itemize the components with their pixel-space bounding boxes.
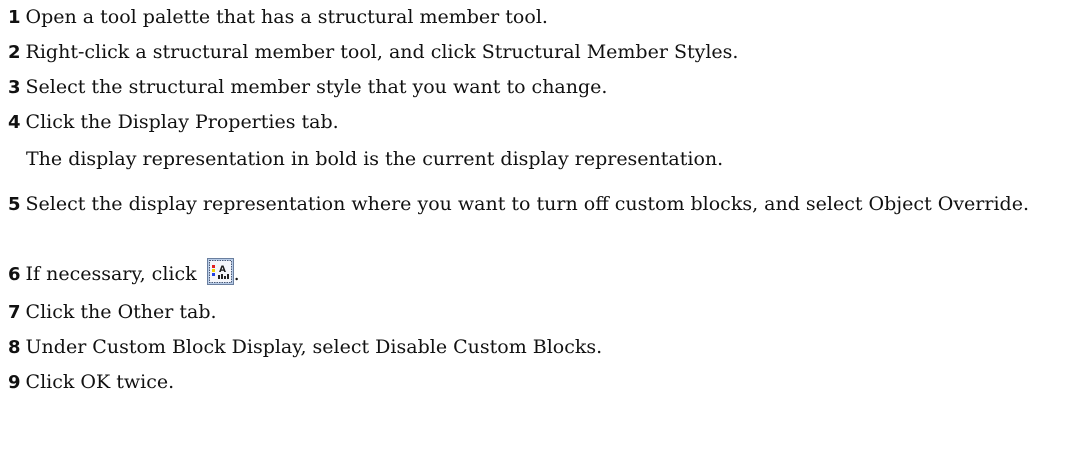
step-text: Click the Other tab. [25,301,217,323]
step-number: 4 [8,112,21,133]
step-5: 5 Select the display representation where… [8,190,1084,219]
step-number: 1 [8,7,21,28]
step-text: Right-click a structural member tool, an… [25,41,739,63]
step-text: Select the display representation where … [25,193,1029,215]
step-4: 4 Click the Display Properties tab. [8,108,1084,137]
step-3: 3 Select the structural member style that… [8,73,1084,102]
step-number: 3 [8,77,21,98]
step-text: Under Custom Block Display, select Disab… [25,336,603,358]
step-text: If necessary, click [25,263,197,285]
step-8: 8 Under Custom Block Display, select Disa… [8,333,1084,362]
step-number: 2 [8,42,21,63]
step-text-suffix: . [233,263,240,285]
step-number: 6 [8,264,21,285]
svg-text:A: A [219,265,226,275]
step-text: Open a tool palette that has a structura… [25,6,548,28]
step-text: Select the structural member style that … [25,76,608,98]
step-number: 5 [8,194,21,215]
display-properties-icon: A [206,258,234,285]
step-6: 6 If necessary, click A . [8,258,1084,289]
step-text: Click OK twice. [25,371,175,393]
step-2: 2 Right-click a structural member tool, a… [8,38,1084,67]
step-4-note: The display representation in bold is th… [26,148,724,170]
step-number: 9 [8,372,21,393]
step-1: 1 Open a tool palette that has a structur… [8,3,1084,32]
step-number: 7 [8,302,21,323]
step-number: 8 [8,337,21,358]
step-7: 7 Click the Other tab. [8,298,1084,327]
step-9: 9 Click OK twice. [8,368,1084,397]
step-text: Click the Display Properties tab. [25,111,339,133]
